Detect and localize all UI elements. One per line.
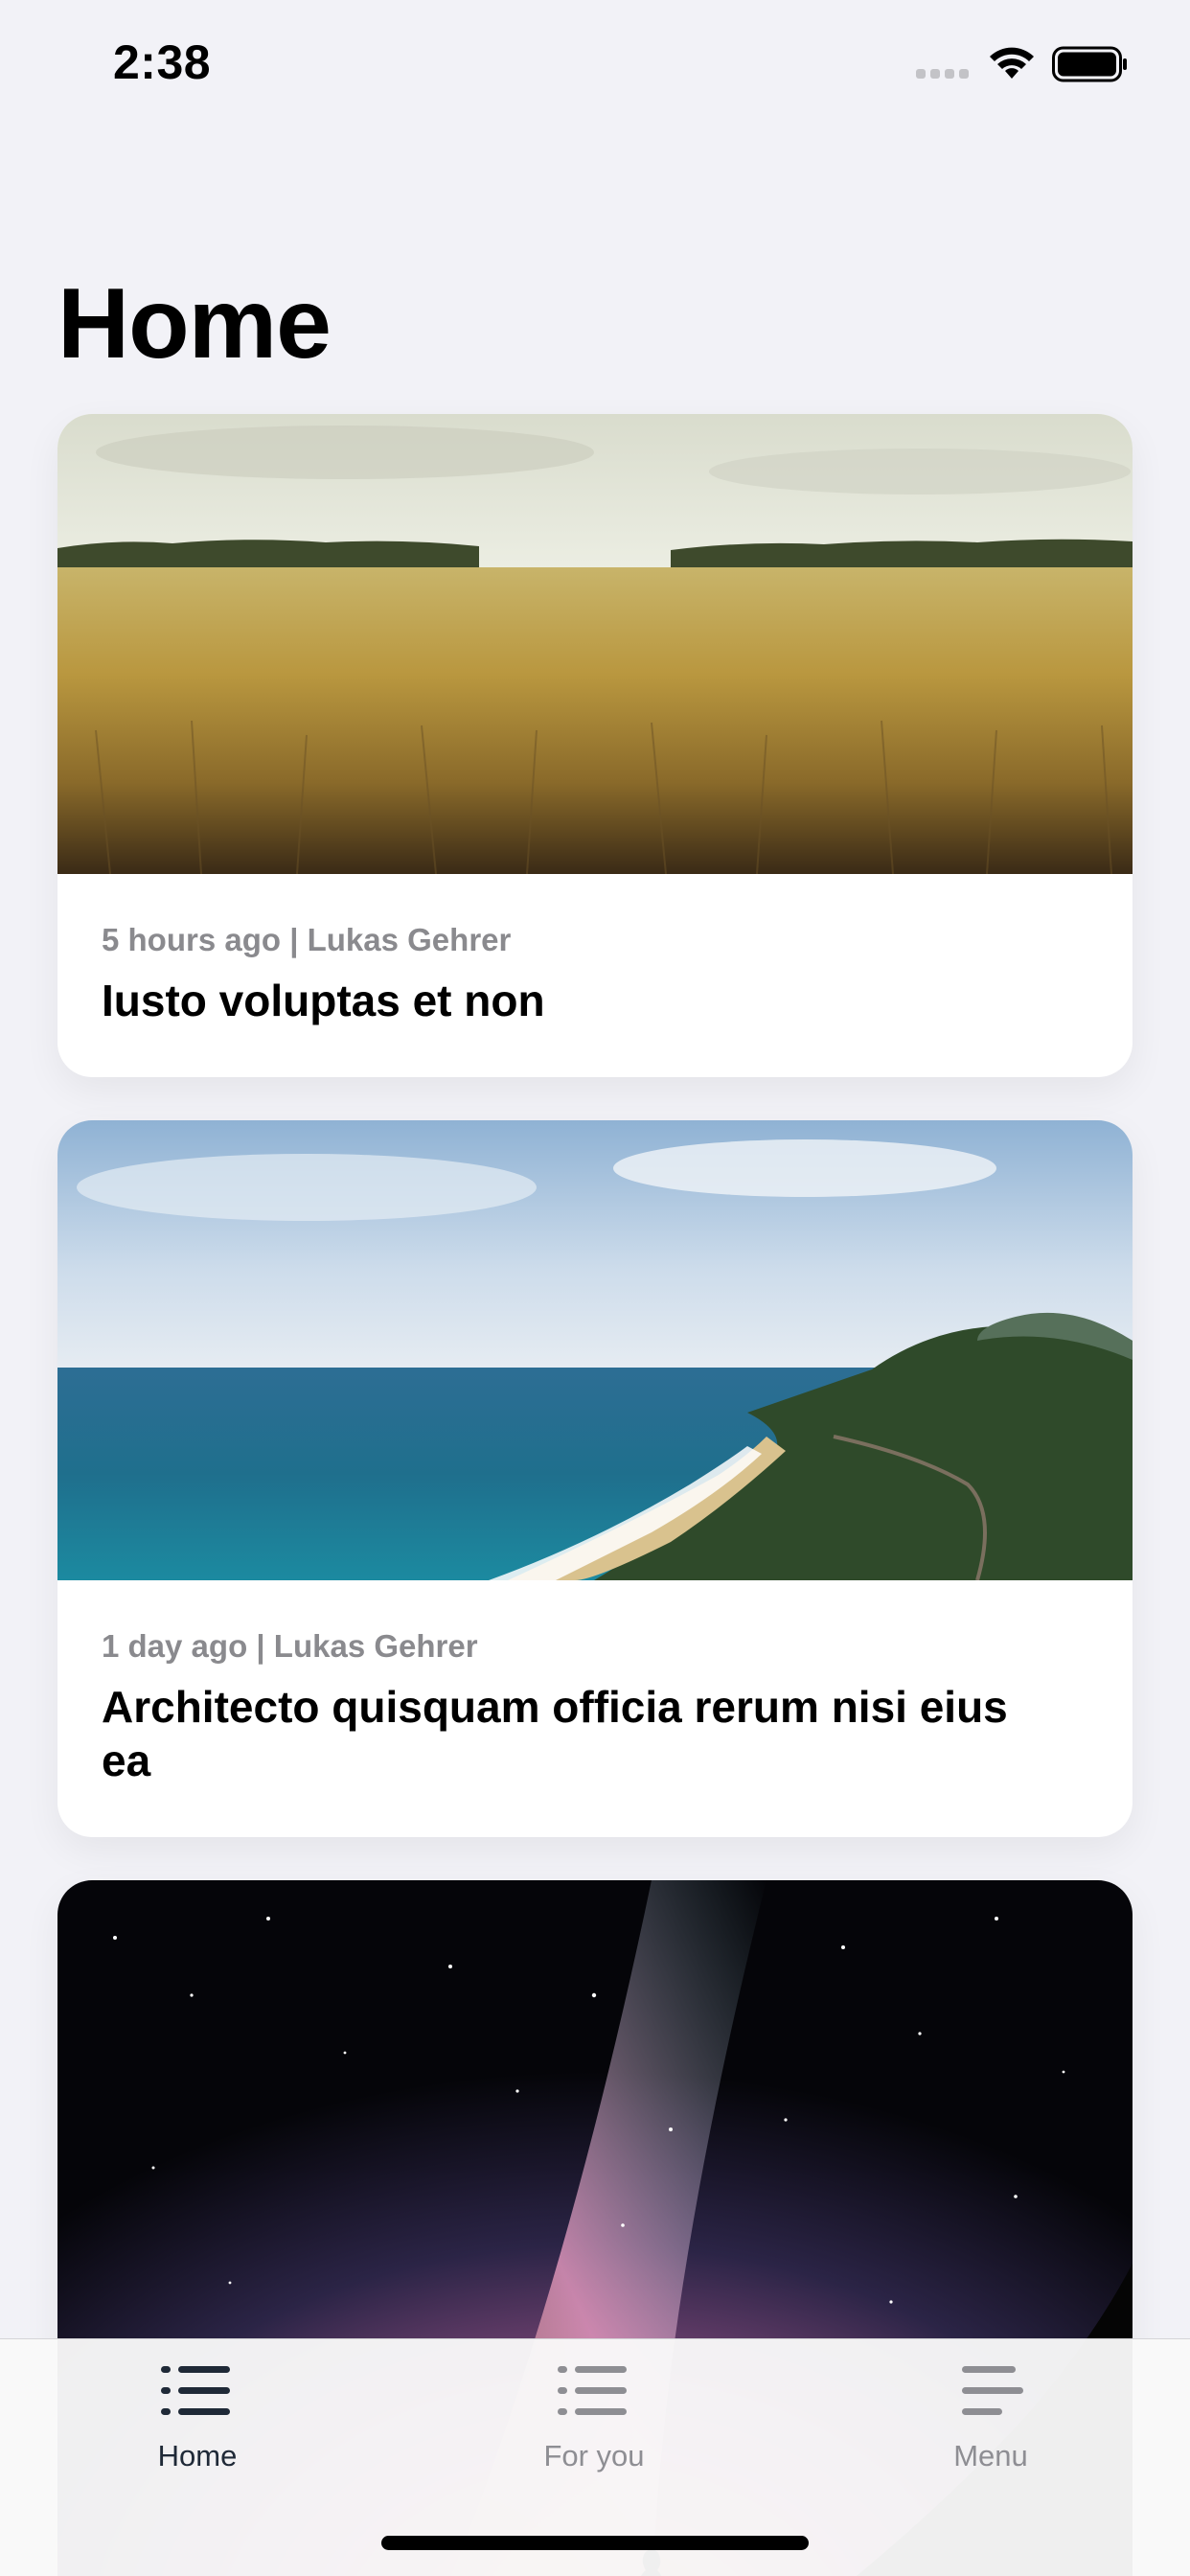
- article-card[interactable]: 5 hours ago | Lukas Gehrer Iusto volupta…: [57, 414, 1133, 1077]
- article-meta: 5 hours ago | Lukas Gehrer: [102, 922, 512, 957]
- cellular-signal-icon: [916, 69, 969, 79]
- tab-menu[interactable]: Menu: [847, 2339, 1134, 2512]
- battery-icon: [1052, 46, 1127, 82]
- tab-for-you[interactable]: For you: [450, 2339, 738, 2512]
- home-indicator[interactable]: [381, 2536, 809, 2550]
- tab-label: Home: [157, 2439, 238, 2472]
- article-title: Architecto quisquam officia rerum nisi e…: [102, 1682, 1008, 1785]
- tab-label: For you: [543, 2439, 645, 2472]
- page-title: Home: [57, 268, 332, 380]
- tab-label: Menu: [953, 2439, 1028, 2472]
- article-image-wheat-field: [57, 414, 1133, 874]
- article-image-coastline: [57, 1120, 1133, 1580]
- menu-icon: [962, 2366, 1023, 2415]
- status-bar: 2:38: [0, 0, 1190, 126]
- tab-home[interactable]: Home: [54, 2339, 341, 2512]
- status-time: 2:38: [113, 35, 212, 89]
- article-title: Iusto voluptas et non: [102, 976, 545, 1025]
- list-icon: [558, 2366, 627, 2415]
- wifi-icon: [990, 47, 1034, 79]
- list-icon: [161, 2366, 230, 2415]
- article-card[interactable]: 1 day ago | Lukas Gehrer Architecto quis…: [57, 1120, 1133, 1837]
- article-meta: 1 day ago | Lukas Gehrer: [102, 1628, 478, 1664]
